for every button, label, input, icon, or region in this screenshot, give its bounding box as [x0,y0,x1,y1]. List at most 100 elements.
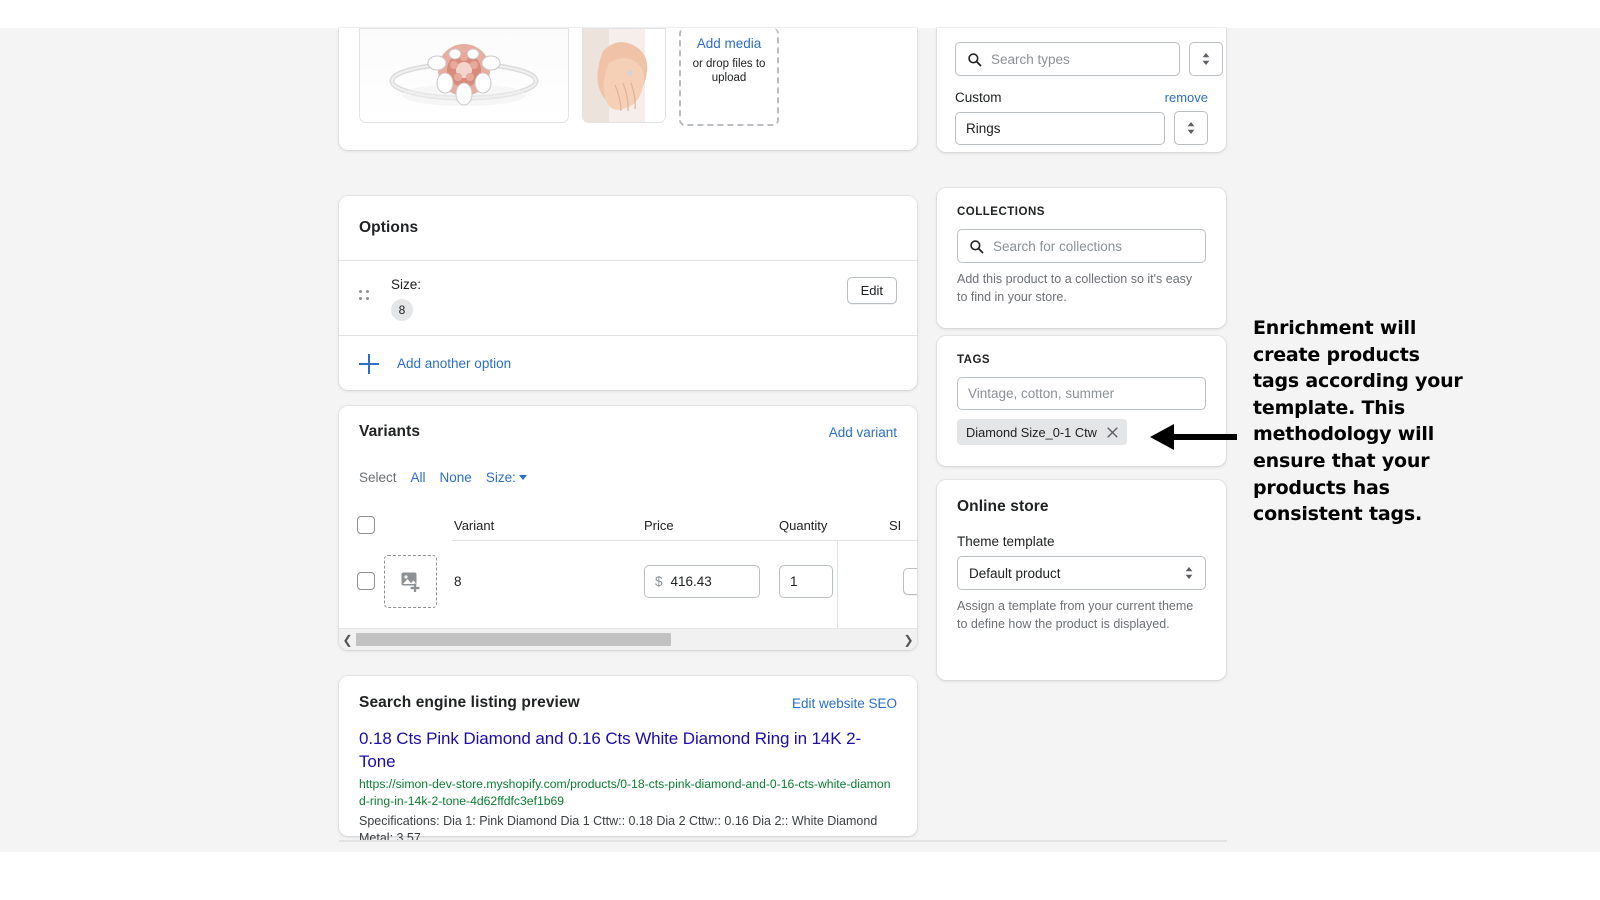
scrollbar-thumb[interactable] [356,633,671,646]
seo-title: Search engine listing preview [359,694,580,712]
collections-search[interactable] [957,229,1206,263]
custom-type-stepper[interactable] [1174,111,1208,145]
table-row: 8 $ 416.43 1 Edit [339,540,917,622]
scroll-right-arrow-icon[interactable]: ❯ [900,634,917,646]
chevron-down-icon [519,475,527,480]
tags-input[interactable]: Vintage, cotton, summer [957,377,1206,410]
media-row: Add media or drop files to upload [359,28,779,126]
option-name: Size: [391,275,421,295]
variants-select-bar: Select All None Size: [339,458,917,496]
updown-arrows-icon [1201,51,1211,67]
row-variant-value: 8 [454,574,644,589]
collections-heading: COLLECTIONS [957,206,1206,218]
media-main-image[interactable] [359,28,569,123]
online-store-title: Online store [957,498,1206,516]
model-hands-photo [583,28,666,123]
currency-symbol: $ [655,574,663,589]
product-type-body: Custom remove Rings [937,28,1226,145]
size-filter-label: Size: [486,470,516,485]
ring-photo [359,28,569,123]
price-input[interactable]: $ 416.43 [644,565,760,598]
custom-type-input[interactable]: Rings [955,112,1165,145]
variants-header: Variants Add variant [339,406,917,458]
option-details: Size: 8 [391,275,421,322]
annotation-arrow-icon [1148,420,1240,454]
type-search-row [955,42,1208,76]
add-another-option-link[interactable]: Add another option [397,356,511,371]
option-value-chip: 8 [391,299,413,321]
variants-title: Variants [359,423,420,441]
updown-arrows-icon [1184,565,1194,581]
variants-header-rule [452,540,917,541]
seo-result-description: Specifications: Dia 1: Pink Diamond Dia … [359,813,897,849]
theme-template-select[interactable]: Default product [957,556,1206,590]
seo-result-title[interactable]: 0.18 Cts Pink Diamond and 0.16 Cts White… [359,728,897,774]
row-select-cell [339,572,384,590]
variants-horizontal-scrollbar[interactable]: ❮ ❯ [339,628,917,650]
column-header-variant: Variant [454,518,644,533]
select-all-checkbox[interactable] [357,516,375,534]
seo-header: Search engine listing preview Edit websi… [359,694,897,712]
variants-card: Variants Add variant Select All None Siz… [339,406,917,650]
tag-chip-label: Diamond Size_0-1 Ctw [966,425,1097,440]
add-variant-link[interactable]: Add variant [829,425,897,440]
collections-card: COLLECTIONS Add this product to a collec… [937,188,1226,328]
row-quantity-cell: 1 [779,565,889,598]
media-dropzone[interactable]: Add media or drop files to upload [679,28,779,126]
product-type-search[interactable] [955,42,1180,76]
search-types-input[interactable] [991,52,1168,67]
updown-arrows-icon [1186,120,1196,136]
tags-heading: TAGS [957,354,1206,366]
add-image-icon [400,570,422,592]
options-title: Options [359,219,418,237]
size-filter-dropdown[interactable]: Size: [486,470,527,485]
annotation-callout-text: Enrichment will create products tags acc… [1253,315,1463,528]
page-bottom-divider [339,840,1227,842]
row-price-cell: $ 416.43 [644,565,779,598]
option-row-size: Size: 8 Edit [339,261,917,335]
theme-template-label: Theme template [957,534,1206,549]
add-media-link[interactable]: Add media [697,36,762,51]
edit-website-seo-link[interactable]: Edit website SEO [792,696,897,711]
variants-table-header: Variant Price Quantity SI [339,510,917,540]
scroll-canvas: Add media or drop files to upload Option… [0,28,1600,852]
column-header-sku: SI [889,518,917,533]
variant-edit-button[interactable]: Edit [903,568,917,595]
options-header: Options [339,196,917,260]
tag-chip[interactable]: Diamond Size_0-1 Ctw [957,419,1127,445]
search-collections-input[interactable] [993,239,1194,254]
select-all-link[interactable]: All [411,470,426,485]
row-checkbox[interactable] [357,572,375,590]
media-card: Add media or drop files to upload [339,28,917,150]
theme-template-helper-text: Assign a template from your current them… [957,597,1206,633]
column-header-price: Price [644,518,779,533]
close-icon[interactable] [1107,427,1118,438]
variant-image-upload[interactable] [384,555,437,608]
drag-handle-icon[interactable] [359,290,371,306]
price-value: 416.43 [671,574,712,589]
select-all-cell [339,516,384,534]
variants-table: Variant Price Quantity SI [339,510,917,622]
row-image-cell [384,555,454,608]
custom-type-label-row: Custom remove [955,90,1208,105]
seo-preview-card: Search engine listing preview Edit websi… [339,676,917,836]
search-icon [967,52,982,67]
theme-template-value: Default product [969,566,1061,581]
remove-custom-type-link[interactable]: remove [1165,90,1208,105]
product-type-card: Custom remove Rings [937,28,1226,152]
scroll-left-arrow-icon[interactable]: ❮ [339,634,356,646]
select-label: Select [359,470,397,485]
custom-label: Custom [955,90,1002,105]
collections-helper-text: Add this product to a collection so it's… [957,270,1206,306]
add-another-option-row[interactable]: Add another option [339,336,917,391]
drop-files-hint: or drop files to upload [681,57,777,86]
custom-type-row: Rings [955,111,1208,145]
plus-icon [359,354,379,374]
select-none-link[interactable]: None [440,470,472,485]
product-type-stepper[interactable] [1189,42,1223,76]
quantity-input[interactable]: 1 [779,565,833,598]
media-thumbnail-image[interactable] [582,28,666,123]
online-store-card: Online store Theme template Default prod… [937,480,1226,680]
option-edit-button[interactable]: Edit [847,277,897,304]
product-editor-page: Add media or drop files to upload Option… [0,28,1600,852]
